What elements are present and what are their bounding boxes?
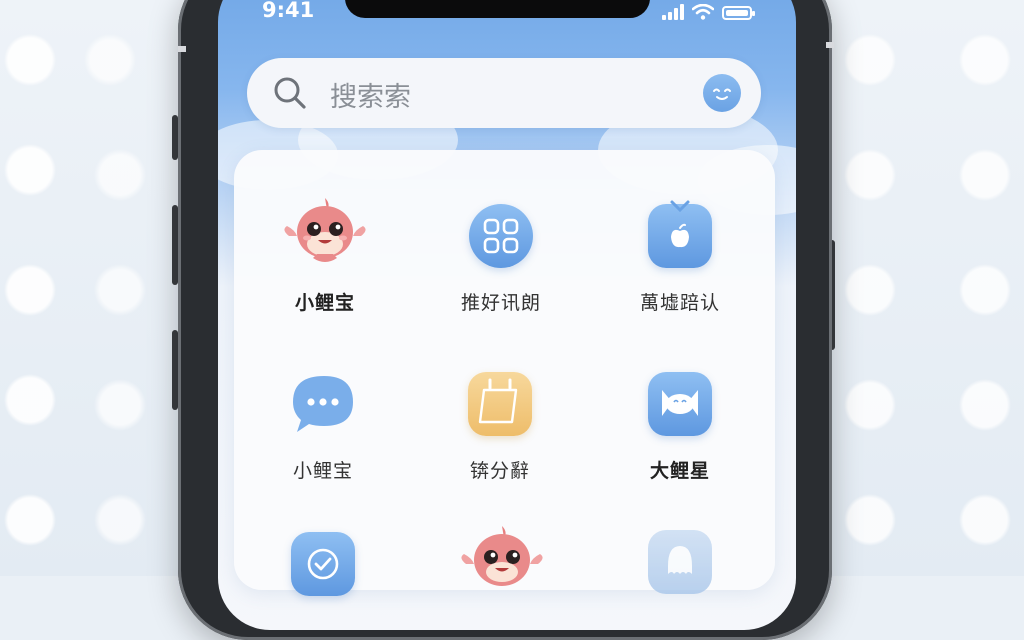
app-item[interactable]: [248, 532, 398, 596]
app-item[interactable]: 锛分辭: [425, 372, 575, 483]
fish-icon: [648, 372, 712, 436]
search-icon: [274, 77, 306, 109]
app-label: 推好讯朗: [460, 292, 541, 314]
app-item[interactable]: [605, 530, 755, 594]
app-item[interactable]: [427, 526, 577, 592]
notch: [345, 0, 650, 18]
status-icons: [662, 0, 755, 20]
checkmark-icon: [291, 532, 355, 596]
search-bar[interactable]: 搜索索: [247, 58, 761, 128]
app-item[interactable]: 萬墟踣认: [605, 200, 755, 315]
signal-icon: [662, 4, 684, 20]
koi-mascot-icon: [284, 198, 366, 268]
app-item[interactable]: 大鲤星: [605, 372, 755, 483]
wifi-icon: [692, 4, 714, 20]
app-label: 萬墟踣认: [639, 292, 720, 314]
antenna-band: [178, 46, 186, 52]
smile-face-icon[interactable]: [703, 74, 741, 112]
app-label: 大鲤星: [649, 460, 710, 482]
app-label: 锛分辭: [469, 460, 530, 482]
koi-mascot-icon: [461, 526, 543, 592]
search-input[interactable]: 搜索索: [330, 75, 411, 114]
chat-bubble-icon: [291, 372, 355, 436]
status-time: 9:41: [262, 0, 315, 22]
octopus-icon: [648, 530, 712, 594]
antenna-band: [826, 42, 834, 48]
app-item[interactable]: 小鲤宝: [250, 198, 400, 315]
tv-apple-icon: [648, 200, 712, 268]
app-label: 小鲤宝: [294, 292, 355, 314]
app-item[interactable]: 推好讯朗: [426, 204, 576, 315]
calendar-folder-icon: [468, 372, 532, 436]
grid-apps-icon: [469, 204, 533, 268]
app-item[interactable]: 小鲤宝: [248, 372, 398, 483]
app-label: 小鲤宝: [292, 460, 353, 482]
battery-icon: [722, 6, 755, 20]
